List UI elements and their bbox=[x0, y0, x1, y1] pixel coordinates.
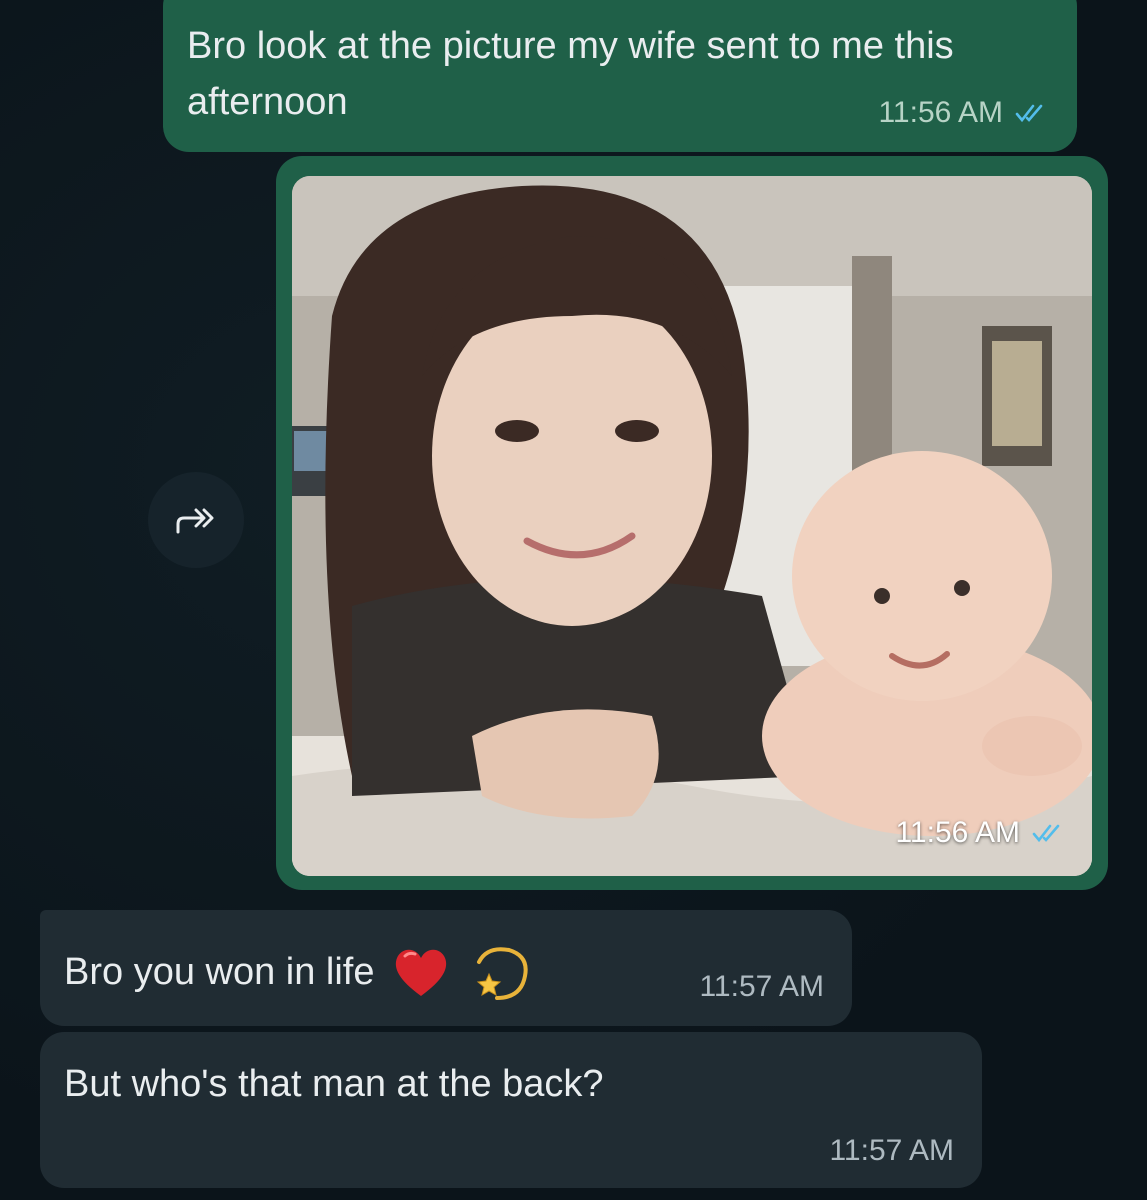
outgoing-message-bubble[interactable]: Bro look at the picture my wife sent to … bbox=[163, 0, 1077, 152]
message-time: 11:57 AM bbox=[699, 970, 824, 1003]
image-time: 11:56 AM bbox=[895, 816, 1020, 849]
forward-button[interactable] bbox=[148, 472, 244, 568]
message-time: 11:56 AM bbox=[878, 96, 1003, 129]
message-text: Bro you won in life bbox=[64, 951, 375, 993]
message-meta: 11:57 AM bbox=[699, 970, 824, 1004]
incoming-message-bubble[interactable]: Bro you won in life 11:57 AM bbox=[40, 910, 852, 1026]
message-time: 11:57 AM bbox=[829, 1134, 954, 1167]
shared-photo[interactable]: 11:56 AM bbox=[292, 176, 1092, 876]
photo-illustration bbox=[292, 176, 1092, 876]
message-content: But who's that man at the back? bbox=[64, 1060, 604, 1108]
message-text: But who's that man at the back? bbox=[64, 1063, 604, 1105]
message-content: Bro you won in life bbox=[64, 940, 531, 1004]
outgoing-image-bubble[interactable]: 11:56 AM bbox=[276, 156, 1108, 890]
double-check-icon bbox=[1015, 104, 1043, 123]
message-meta: 11:57 AM bbox=[829, 1134, 954, 1168]
incoming-message-bubble[interactable]: But who's that man at the back? 11:57 AM bbox=[40, 1032, 982, 1188]
message-meta: 11:56 AM bbox=[878, 96, 1049, 130]
chat-conversation: Bro look at the picture my wife sent to … bbox=[0, 0, 1147, 1200]
image-meta: 11:56 AM bbox=[895, 816, 1066, 850]
forward-icon bbox=[176, 508, 214, 534]
red-heart-icon bbox=[395, 949, 446, 996]
double-check-icon bbox=[1032, 824, 1060, 843]
dizzy-star-icon bbox=[476, 947, 528, 1000]
